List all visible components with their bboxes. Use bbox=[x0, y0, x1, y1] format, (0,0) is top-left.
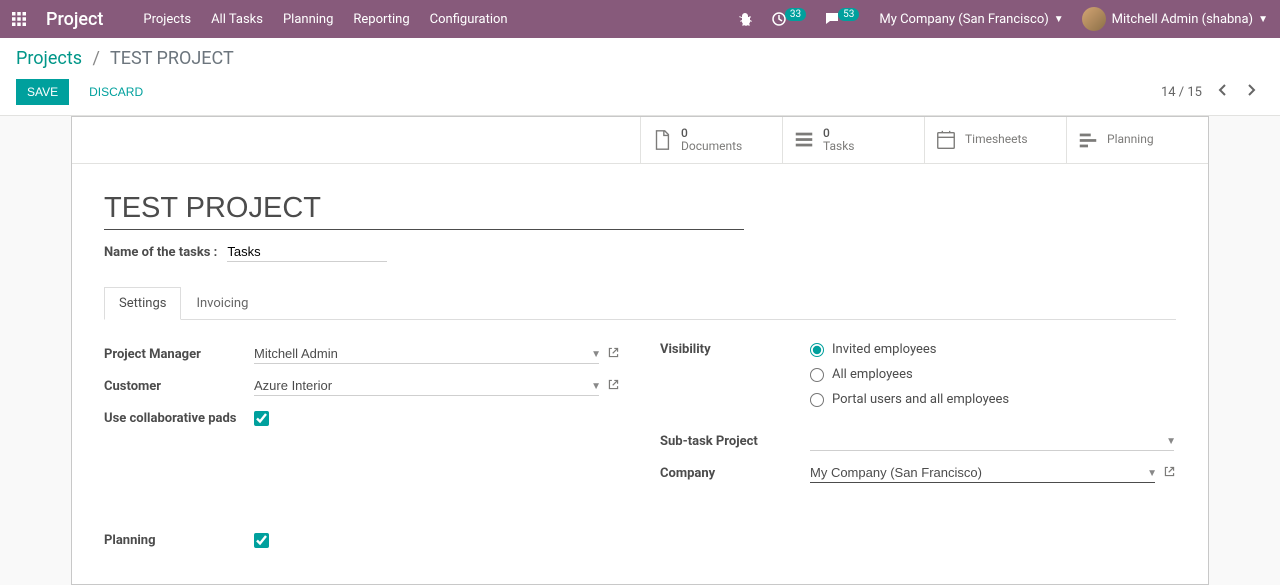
breadcrumb-current: TEST PROJECT bbox=[110, 48, 234, 69]
pager-next[interactable] bbox=[1238, 80, 1264, 104]
menu-all-tasks[interactable]: All Tasks bbox=[201, 0, 273, 38]
discuss-icon[interactable]: 53 bbox=[818, 0, 865, 38]
tab-invoicing[interactable]: Invoicing bbox=[181, 287, 263, 320]
project-manager-label: Project Manager bbox=[104, 347, 254, 362]
visibility-all-label[interactable]: All employees bbox=[832, 367, 913, 382]
form-sheet: 0 Documents 0 Tasks Timesheets bbox=[71, 116, 1209, 585]
project-manager-input[interactable] bbox=[254, 344, 599, 364]
planning-label: Planning bbox=[104, 533, 254, 548]
stat-documents[interactable]: 0 Documents bbox=[640, 117, 782, 163]
tabs: Settings Invoicing bbox=[104, 286, 1176, 320]
pager: 14 / 15 bbox=[1161, 80, 1264, 104]
visibility-all-radio[interactable] bbox=[810, 368, 824, 382]
task-name-label: Name of the tasks : bbox=[104, 245, 217, 260]
save-button[interactable]: Save bbox=[16, 79, 69, 105]
visibility-radio-group: Invited employees All employees Portal u… bbox=[810, 342, 1009, 407]
avatar bbox=[1082, 7, 1106, 31]
activities-badge: 33 bbox=[785, 8, 806, 21]
stat-planning-label: Planning bbox=[1107, 133, 1154, 146]
pager-prev[interactable] bbox=[1210, 80, 1236, 104]
subtask-label: Sub-task Project bbox=[660, 434, 810, 449]
stat-planning[interactable]: Planning bbox=[1066, 117, 1208, 163]
dropdown-caret-icon[interactable]: ▼ bbox=[1147, 468, 1157, 479]
menu-configuration[interactable]: Configuration bbox=[420, 0, 518, 38]
dropdown-caret-icon[interactable]: ▼ bbox=[591, 349, 601, 360]
tab-settings-content: Project Manager ▼ Customer bbox=[104, 320, 1176, 560]
debug-icon[interactable] bbox=[731, 0, 759, 38]
company-name: My Company (San Francisco) bbox=[879, 12, 1048, 27]
stat-timesheets-label: Timesheets bbox=[965, 133, 1028, 146]
company-selector[interactable]: My Company (San Francisco) ▼ bbox=[871, 12, 1071, 27]
chevron-down-icon: ▼ bbox=[1258, 14, 1268, 25]
form-view: 0 Documents 0 Tasks Timesheets bbox=[0, 116, 1280, 585]
task-name-input[interactable] bbox=[227, 242, 387, 262]
visibility-invited-label[interactable]: Invited employees bbox=[832, 342, 937, 357]
external-link-icon[interactable] bbox=[1163, 465, 1176, 482]
menu-projects[interactable]: Projects bbox=[133, 0, 201, 38]
visibility-label: Visibility bbox=[660, 342, 810, 357]
company-input[interactable] bbox=[810, 463, 1155, 483]
project-title-input[interactable] bbox=[104, 188, 744, 230]
breadcrumb-parent[interactable]: Projects bbox=[16, 48, 82, 69]
brand[interactable]: Project bbox=[32, 9, 133, 30]
discard-button[interactable]: Discard bbox=[79, 80, 153, 104]
external-link-icon[interactable] bbox=[607, 378, 620, 395]
customer-label: Customer bbox=[104, 379, 254, 394]
stat-timesheets[interactable]: Timesheets bbox=[924, 117, 1066, 163]
main-menu: Projects All Tasks Planning Reporting Co… bbox=[133, 0, 517, 38]
breadcrumb-separator: / bbox=[86, 48, 105, 69]
systray: 33 53 My Company (San Francisco) ▼ Mitch… bbox=[731, 0, 1272, 38]
navbar: Project Projects All Tasks Planning Repo… bbox=[0, 0, 1280, 38]
company-label: Company bbox=[660, 466, 810, 481]
planning-checkbox[interactable] bbox=[254, 533, 269, 548]
dropdown-caret-icon[interactable]: ▼ bbox=[1166, 436, 1176, 447]
control-panel: Projects / TEST PROJECT Save Discard 14 … bbox=[0, 38, 1280, 116]
subtask-input[interactable] bbox=[810, 431, 1174, 451]
menu-reporting[interactable]: Reporting bbox=[343, 0, 419, 38]
visibility-portal-label[interactable]: Portal users and all employees bbox=[832, 392, 1009, 407]
customer-input[interactable] bbox=[254, 376, 599, 396]
stat-tasks[interactable]: 0 Tasks bbox=[782, 117, 924, 163]
chevron-down-icon: ▼ bbox=[1054, 14, 1064, 25]
stat-tasks-label: Tasks bbox=[823, 140, 855, 153]
tab-settings[interactable]: Settings bbox=[104, 287, 181, 320]
apps-icon[interactable] bbox=[4, 0, 32, 38]
stat-button-box: 0 Documents 0 Tasks Timesheets bbox=[72, 117, 1208, 164]
collaborative-label: Use collaborative pads bbox=[104, 411, 254, 426]
pager-text[interactable]: 14 / 15 bbox=[1161, 85, 1202, 100]
activities-icon[interactable]: 33 bbox=[765, 0, 812, 38]
discuss-badge: 53 bbox=[838, 8, 859, 21]
dropdown-caret-icon[interactable]: ▼ bbox=[591, 381, 601, 392]
menu-planning[interactable]: Planning bbox=[273, 0, 343, 38]
stat-documents-label: Documents bbox=[681, 140, 742, 153]
external-link-icon[interactable] bbox=[607, 346, 620, 363]
collaborative-checkbox[interactable] bbox=[254, 411, 269, 426]
user-name: Mitchell Admin (shabna) bbox=[1112, 12, 1253, 27]
visibility-invited-radio[interactable] bbox=[810, 343, 824, 357]
user-menu[interactable]: Mitchell Admin (shabna) ▼ bbox=[1078, 7, 1272, 31]
visibility-portal-radio[interactable] bbox=[810, 393, 824, 407]
breadcrumb: Projects / TEST PROJECT bbox=[16, 48, 1264, 69]
